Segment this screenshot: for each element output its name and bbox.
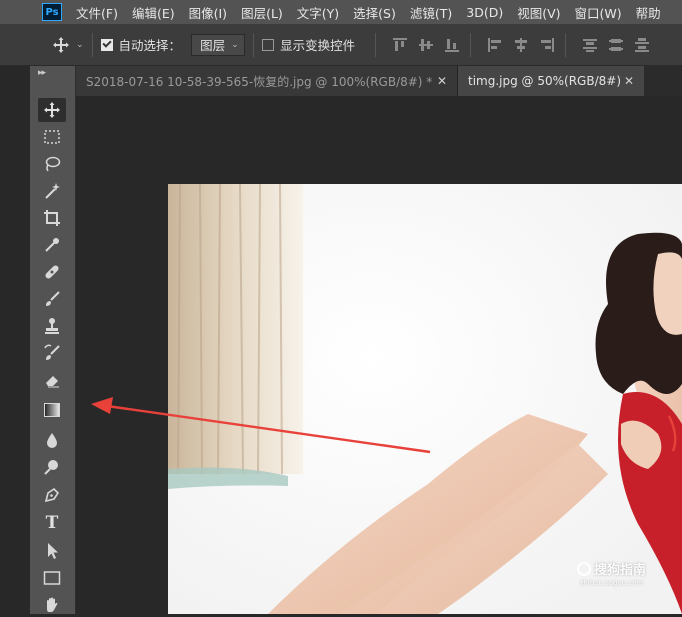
hand-tool-icon[interactable] [38, 593, 66, 617]
show-transform-checkbox[interactable] [262, 38, 275, 51]
align-right-icon[interactable] [537, 35, 557, 55]
auto-select-target-value: 图层 [200, 38, 226, 53]
align-bottom-icon[interactable] [442, 35, 462, 55]
watermark-text: 搜狗指南 [594, 563, 647, 578]
menu-image[interactable]: 图像(I) [189, 3, 227, 22]
distribute-vertical-center-icon[interactable] [606, 35, 626, 55]
options-divider [375, 32, 377, 57]
options-bar: ⌄ 自动选择： 图层 ⌄ 显示变换控件 [0, 24, 682, 66]
distribute-top-icon[interactable] [580, 35, 600, 55]
tool-preset-chevron-down-icon[interactable]: ⌄ [76, 40, 84, 50]
brush-tool-icon[interactable] [38, 287, 66, 311]
lasso-tool-icon[interactable] [38, 152, 66, 176]
auto-select-checkbox[interactable] [100, 38, 113, 51]
left-panel-strip [0, 66, 30, 614]
align-left-icon[interactable] [485, 35, 505, 55]
align-vertical-center-icon[interactable] [416, 35, 436, 55]
distribute-bottom-icon[interactable] [632, 35, 652, 55]
blur-tool-icon[interactable] [38, 428, 66, 452]
eraser-tool-icon[interactable] [38, 368, 66, 392]
pen-tool-icon[interactable] [38, 483, 66, 507]
document-tab-bar: S2018-07-16 10-58-39-565-恢复的.jpg @ 100%(… [76, 66, 682, 96]
move-tool-preset-icon[interactable] [50, 34, 72, 56]
close-icon[interactable]: ✕ [437, 74, 447, 88]
annotation-arrow [91, 397, 677, 454]
chevron-down-icon: ⌄ [231, 39, 239, 50]
marquee-tool-icon[interactable] [38, 125, 66, 149]
menu-file[interactable]: 文件(F) [76, 3, 118, 22]
watermark: 搜狗指南 zhinan.sogou.com [577, 559, 646, 587]
healing-brush-tool-icon[interactable] [38, 260, 66, 284]
menu-window[interactable]: 窗口(W) [575, 3, 622, 22]
eyedropper-tool-icon[interactable] [38, 233, 66, 257]
tools-panel: ▸▸ T [30, 66, 76, 614]
show-transform-label: 显示变换控件 [280, 38, 356, 53]
menu-bar: Ps 文件(F) 编辑(E) 图像(I) 图层(L) 文字(Y) 选择(S) 滤… [0, 0, 682, 24]
menu-select[interactable]: 选择(S) [353, 3, 396, 22]
type-tool-icon[interactable]: T [38, 511, 66, 535]
history-brush-tool-icon[interactable] [38, 341, 66, 365]
menu-layer[interactable]: 图层(L) [241, 3, 283, 22]
dodge-tool-icon[interactable] [38, 455, 66, 479]
move-tool-icon[interactable] [38, 98, 66, 122]
type-tool-glyph: T [45, 513, 59, 533]
options-divider [253, 32, 255, 57]
auto-select-target-dropdown[interactable]: 图层 ⌄ [191, 33, 246, 56]
menu-edit[interactable]: 编辑(E) [132, 3, 175, 22]
align-top-icon[interactable] [390, 35, 410, 55]
document-canvas-area[interactable] [77, 96, 682, 614]
tab-label: timg.jpg @ 50%(RGB/8#) [468, 74, 621, 88]
watermark-url: zhinan.sogou.com [579, 579, 644, 587]
watermark-logo-icon [577, 561, 591, 576]
menu-3d[interactable]: 3D(D) [466, 5, 503, 20]
tab-label: S2018-07-16 10-58-39-565-恢复的.jpg @ 100%(… [86, 74, 433, 89]
photoshop-logo-icon[interactable]: Ps [42, 3, 62, 21]
path-selection-tool-icon[interactable] [38, 539, 66, 563]
gradient-tool-icon[interactable] [38, 398, 66, 422]
tab-document-timg[interactable]: timg.jpg @ 50%(RGB/8#) ✕ [458, 66, 644, 96]
rectangle-tool-icon[interactable] [38, 566, 66, 590]
auto-select-label: 自动选择： [118, 38, 182, 53]
menu-view[interactable]: 视图(V) [517, 3, 560, 22]
options-divider [470, 32, 472, 57]
magic-wand-tool-icon[interactable] [38, 179, 66, 203]
tab-document-recovered[interactable]: S2018-07-16 10-58-39-565-恢复的.jpg @ 100%(… [76, 66, 458, 96]
clone-stamp-tool-icon[interactable] [38, 314, 66, 338]
collapse-panel-icon[interactable]: ▸▸ [38, 68, 46, 78]
crop-tool-icon[interactable] [38, 206, 66, 230]
options-divider [565, 32, 567, 57]
options-divider [91, 32, 93, 57]
menu-type[interactable]: 文字(Y) [297, 3, 339, 22]
align-horizontal-center-icon[interactable] [511, 35, 531, 55]
menu-help[interactable]: 帮助 [636, 3, 661, 22]
close-icon[interactable]: ✕ [624, 74, 634, 88]
menu-filter[interactable]: 滤镜(T) [410, 3, 452, 22]
